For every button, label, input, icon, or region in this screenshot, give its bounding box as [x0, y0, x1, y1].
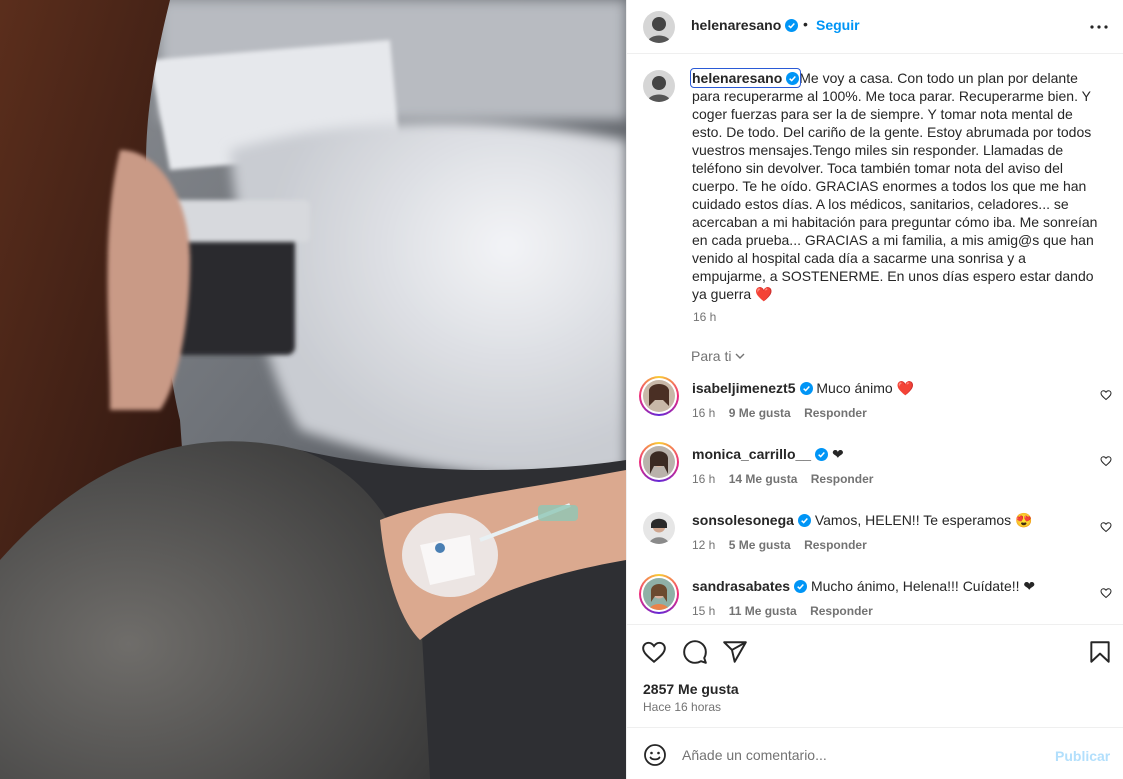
- commenter-username[interactable]: isabeljimenezt5: [692, 380, 796, 396]
- comments-filter-label: Para ti: [691, 348, 732, 364]
- verified-badge-icon: [785, 19, 799, 32]
- like-count[interactable]: 2857 Me gusta: [643, 681, 739, 697]
- author-username-text: helenaresano: [691, 17, 782, 33]
- comment-likes[interactable]: 9 Me gusta: [729, 406, 791, 420]
- author-avatar[interactable]: [643, 11, 675, 43]
- caption-author-avatar[interactable]: [643, 70, 675, 102]
- reply-button[interactable]: Responder: [810, 604, 873, 618]
- chevron-down-icon: [735, 353, 745, 359]
- more-options-icon[interactable]: [1089, 17, 1109, 37]
- send-icon[interactable]: [722, 639, 748, 665]
- comment-composer: Publicar: [627, 727, 1123, 779]
- bookmark-icon[interactable]: [1087, 639, 1113, 665]
- comment-text-line: sandrasabates Mucho ánimo, Helena!!! Cuí…: [692, 578, 1035, 595]
- comment-like-heart-icon[interactable]: [1100, 521, 1112, 533]
- comment-time[interactable]: 15 h: [692, 604, 715, 618]
- comments-filter-dropdown[interactable]: Para ti: [691, 348, 746, 364]
- comment-item: sonsolesonega Vamos, HELEN!! Te esperamo…: [627, 512, 1123, 572]
- comment-likes[interactable]: 11 Me gusta: [729, 604, 797, 618]
- hospital-photo-illustration: [0, 0, 626, 779]
- comment-meta: 16 h 9 Me gusta Responder: [692, 406, 877, 420]
- commenter-avatar[interactable]: [643, 578, 675, 610]
- comment-time[interactable]: 12 h: [692, 538, 715, 552]
- commenter-username[interactable]: sonsolesonega: [692, 512, 794, 528]
- comment-body: Muco ánimo ❤️: [816, 380, 914, 396]
- post-header: helenaresano • Seguir: [627, 0, 1123, 54]
- author-username[interactable]: helenaresano: [691, 17, 799, 33]
- heart-icon[interactable]: [641, 639, 667, 665]
- comment-meta: 12 h 5 Me gusta Responder: [692, 538, 877, 552]
- comment-text-line: isabeljimenezt5 Muco ánimo ❤️: [692, 380, 914, 397]
- commenter-avatar[interactable]: [643, 380, 675, 412]
- comment-like-heart-icon[interactable]: [1100, 389, 1112, 401]
- post-photo[interactable]: [0, 0, 626, 779]
- instagram-post-modal: helenaresano • Seguir helenaresano Me voy…: [0, 0, 1123, 779]
- comment-likes[interactable]: 5 Me gusta: [729, 538, 791, 552]
- comment-text-line: monica_carrillo__ ❤: [692, 446, 844, 463]
- comment-likes[interactable]: 14 Me gusta: [729, 472, 798, 486]
- caption-username-text: helenaresano: [692, 70, 783, 86]
- reply-button[interactable]: Responder: [804, 538, 867, 552]
- emoji-icon[interactable]: [643, 743, 667, 767]
- comment-meta: 15 h 11 Me gusta Responder: [692, 604, 883, 618]
- comment-time[interactable]: 16 h: [692, 472, 715, 486]
- comment-body: ❤: [831, 446, 844, 462]
- verified-badge-icon: [794, 580, 808, 593]
- reply-button[interactable]: Responder: [811, 472, 874, 486]
- comment-item: monica_carrillo__ ❤ 16 h 14 Me gusta Res…: [627, 442, 1123, 506]
- header-separator: •: [803, 16, 808, 32]
- comment-like-heart-icon[interactable]: [1100, 455, 1112, 467]
- verified-badge-icon: [786, 72, 800, 85]
- comment-input[interactable]: [682, 742, 1042, 768]
- comment-time[interactable]: 16 h: [692, 406, 715, 420]
- comment-text-line: sonsolesonega Vamos, HELEN!! Te esperamo…: [692, 512, 1032, 529]
- commenter-username[interactable]: monica_carrillo__: [692, 446, 811, 462]
- follow-button[interactable]: Seguir: [816, 17, 860, 33]
- commenter-avatar[interactable]: [643, 512, 675, 544]
- comment-meta: 16 h 14 Me gusta Responder: [692, 472, 883, 486]
- publish-button[interactable]: Publicar: [1055, 748, 1110, 764]
- comment-like-heart-icon[interactable]: [1100, 587, 1112, 599]
- reply-button[interactable]: Responder: [804, 406, 867, 420]
- verified-badge-icon: [815, 448, 829, 461]
- comment-item: isabeljimenezt5 Muco ánimo ❤️ 16 h 9 Me …: [627, 376, 1123, 440]
- post-caption: helenaresano Me voy a casa. Con todo un p…: [689, 68, 1102, 303]
- caption-username[interactable]: helenaresano: [689, 68, 802, 88]
- caption-timestamp[interactable]: 16 h: [693, 310, 716, 324]
- verified-badge-icon: [797, 514, 811, 527]
- caption-text: Me voy a casa. Con todo un plan por dela…: [692, 70, 1098, 302]
- comment-body: Vamos, HELEN!! Te esperamos 😍: [814, 512, 1033, 528]
- post-details-panel: helenaresano • Seguir helenaresano Me voy…: [626, 0, 1123, 779]
- commenter-avatar[interactable]: [643, 446, 675, 478]
- commenter-username[interactable]: sandrasabates: [692, 578, 790, 594]
- verified-badge-icon: [799, 382, 813, 395]
- post-age[interactable]: Hace 16 horas: [643, 700, 721, 714]
- comment-bubble-icon[interactable]: [682, 639, 708, 665]
- comment-body: Mucho ánimo, Helena!!! Cuídate!! ❤: [810, 578, 1036, 594]
- post-action-bar: [627, 624, 1123, 678]
